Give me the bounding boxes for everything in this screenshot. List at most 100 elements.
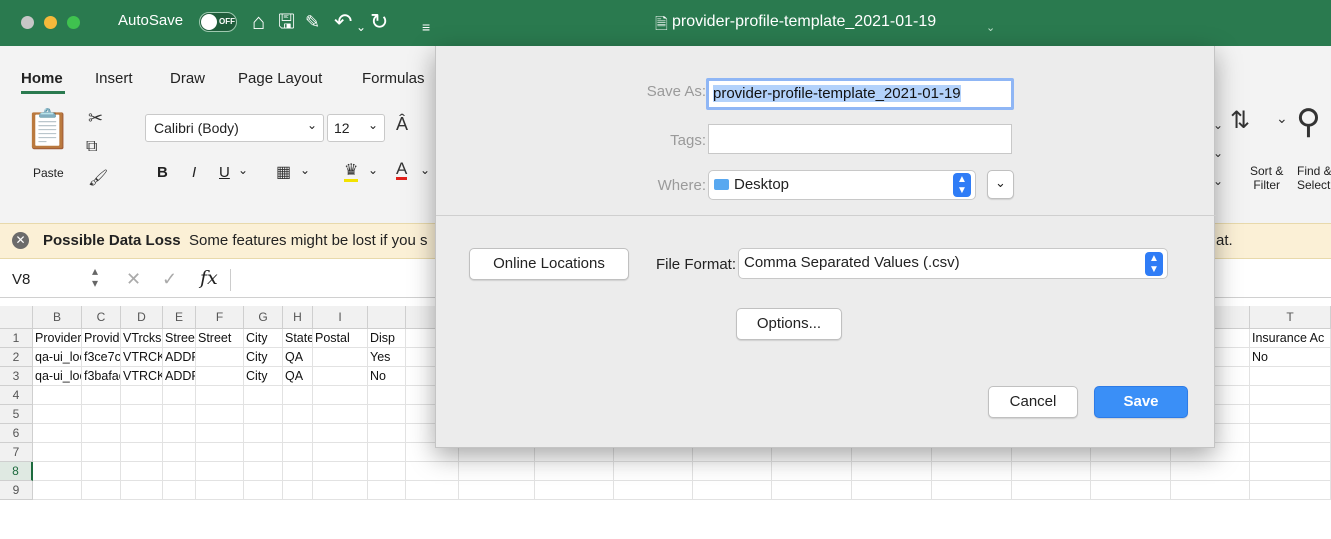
table-cell[interactable] xyxy=(535,481,614,500)
tab-home[interactable]: Home xyxy=(21,70,63,87)
table-cell[interactable] xyxy=(121,462,163,481)
edit-icon[interactable]: ✎ xyxy=(305,9,320,35)
expand-dialog-button[interactable]: ⌄ xyxy=(987,170,1014,199)
table-cell[interactable]: Street xyxy=(196,329,244,348)
confirm-entry-icon[interactable]: ✓ xyxy=(162,269,177,290)
table-cell[interactable] xyxy=(313,424,368,443)
table-cell[interactable] xyxy=(368,462,406,481)
row-header[interactable]: 6 xyxy=(0,424,33,443)
table-cell[interactable] xyxy=(196,367,244,386)
cancel-entry-icon[interactable]: ✕ xyxy=(126,269,141,290)
file-format-select[interactable]: Comma Separated Values (.csv) ▲ ▼ xyxy=(738,248,1168,279)
table-cell[interactable] xyxy=(693,481,772,500)
table-cell[interactable] xyxy=(283,481,313,500)
find-icon[interactable]: ⚲ xyxy=(1296,102,1321,142)
name-box-stepper-icon[interactable]: ▴ ▾ xyxy=(92,265,98,289)
table-cell[interactable]: Provider xyxy=(82,329,121,348)
tab-formulas[interactable]: Formulas xyxy=(362,70,425,87)
table-cell[interactable] xyxy=(459,481,535,500)
table-cell[interactable] xyxy=(283,443,313,462)
column-header[interactable]: B xyxy=(33,306,82,329)
font-size-select[interactable]: 12 ⌄ xyxy=(327,114,385,142)
row-header[interactable]: 1 xyxy=(0,329,33,348)
table-cell[interactable] xyxy=(244,405,283,424)
tab-insert[interactable]: Insert xyxy=(95,70,133,87)
table-cell[interactable] xyxy=(368,386,406,405)
table-cell[interactable]: f3ce7ca2 xyxy=(82,348,121,367)
table-cell[interactable] xyxy=(1250,405,1331,424)
chevron-down-icon[interactable]: ⌄ xyxy=(368,163,378,177)
table-cell[interactable] xyxy=(121,386,163,405)
chevron-down-icon[interactable]: ⌄ xyxy=(420,163,430,177)
table-cell[interactable] xyxy=(163,462,196,481)
paste-icon[interactable]: 📋 xyxy=(24,110,71,150)
table-cell[interactable] xyxy=(535,462,614,481)
table-cell[interactable] xyxy=(406,462,459,481)
column-header[interactable]: E xyxy=(163,306,196,329)
underline-button[interactable]: U xyxy=(219,164,230,181)
table-cell[interactable] xyxy=(82,424,121,443)
table-cell[interactable] xyxy=(244,481,283,500)
tags-input[interactable] xyxy=(708,124,1012,154)
title-chevron-icon[interactable]: ⌄ xyxy=(986,15,995,41)
table-cell[interactable] xyxy=(283,462,313,481)
table-cell[interactable]: f3bafad7 xyxy=(82,367,121,386)
table-cell[interactable] xyxy=(33,462,82,481)
table-cell[interactable] xyxy=(163,386,196,405)
save-icon[interactable]: 🖫 xyxy=(278,9,295,35)
table-cell[interactable] xyxy=(932,462,1012,481)
name-box[interactable]: V8 xyxy=(12,271,30,288)
row-header[interactable]: 7 xyxy=(0,443,33,462)
table-cell[interactable]: No xyxy=(1250,348,1331,367)
table-cell[interactable] xyxy=(772,481,852,500)
table-cell[interactable] xyxy=(82,462,121,481)
chevron-down-icon[interactable]: ⌄ xyxy=(1276,110,1288,127)
font-name-select[interactable]: Calibri (Body) ⌄ xyxy=(145,114,324,142)
table-cell[interactable] xyxy=(283,405,313,424)
table-cell[interactable] xyxy=(196,443,244,462)
warning-close-icon[interactable]: ✕ xyxy=(12,232,29,249)
table-cell[interactable]: No xyxy=(368,367,406,386)
customize-toolbar-icon[interactable]: ≡ xyxy=(422,14,430,40)
table-cell[interactable] xyxy=(121,481,163,500)
autosave-toggle[interactable]: OFF xyxy=(199,12,237,32)
chevron-down-icon[interactable]: ⌄ xyxy=(238,163,248,177)
row-header[interactable]: 3 xyxy=(0,367,33,386)
sort-filter-icon[interactable]: ⇅ xyxy=(1230,106,1250,135)
column-header[interactable]: F xyxy=(196,306,244,329)
minimize-window-button[interactable] xyxy=(44,16,57,29)
redo-icon[interactable]: ↻ xyxy=(370,9,388,35)
table-cell[interactable] xyxy=(313,405,368,424)
table-cell[interactable]: ADDRESS_582 xyxy=(163,348,196,367)
undo-dropdown-icon[interactable]: ⌄ xyxy=(356,14,366,40)
table-cell[interactable]: VTRCKS xyxy=(121,367,163,386)
table-cell[interactable]: Disp xyxy=(368,329,406,348)
row-header[interactable]: 4 xyxy=(0,386,33,405)
table-cell[interactable]: Yes xyxy=(368,348,406,367)
copy-icon[interactable]: ⧉ xyxy=(86,138,97,156)
select-all-corner[interactable] xyxy=(0,306,33,329)
table-cell[interactable] xyxy=(82,405,121,424)
online-locations-button[interactable]: Online Locations xyxy=(469,248,629,280)
table-cell[interactable]: QA xyxy=(283,367,313,386)
table-cell[interactable] xyxy=(244,386,283,405)
table-cell[interactable] xyxy=(459,462,535,481)
table-cell[interactable] xyxy=(852,481,932,500)
table-cell[interactable] xyxy=(33,443,82,462)
table-cell[interactable] xyxy=(163,424,196,443)
table-cell[interactable] xyxy=(82,481,121,500)
table-cell[interactable] xyxy=(313,462,368,481)
table-cell[interactable] xyxy=(1250,367,1331,386)
table-cell[interactable] xyxy=(33,481,82,500)
table-cell[interactable] xyxy=(121,405,163,424)
table-cell[interactable] xyxy=(614,462,693,481)
table-cell[interactable]: City xyxy=(244,367,283,386)
table-cell[interactable] xyxy=(1250,462,1331,481)
table-cell[interactable] xyxy=(1250,443,1331,462)
table-cell[interactable] xyxy=(1171,481,1250,500)
zoom-window-button[interactable] xyxy=(67,16,80,29)
table-cell[interactable]: City xyxy=(244,348,283,367)
italic-button[interactable]: I xyxy=(192,164,196,181)
row-header[interactable]: 2 xyxy=(0,348,33,367)
table-cell[interactable] xyxy=(33,386,82,405)
